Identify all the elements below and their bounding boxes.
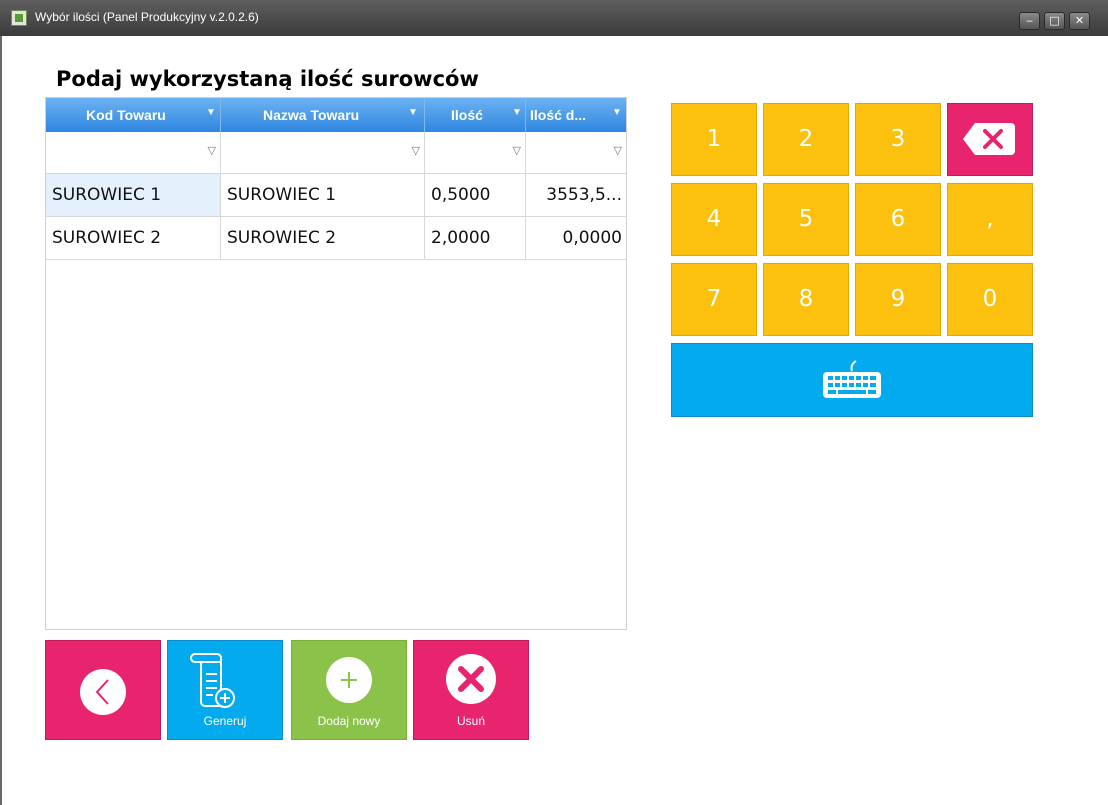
- filter-icon[interactable]: ▽: [513, 144, 521, 157]
- sort-filter-icon[interactable]: ▼: [408, 107, 418, 118]
- generate-label: Generuj: [203, 714, 247, 728]
- table-row[interactable]: SUROWIEC 2 SUROWIEC 2 2,0000 0,0000: [46, 217, 626, 260]
- keyboard-button[interactable]: [671, 343, 1033, 417]
- key-9[interactable]: 9: [855, 263, 941, 336]
- column-header-kod-towaru[interactable]: Kod Towaru ▼: [46, 98, 221, 132]
- filter-cell[interactable]: ▽: [46, 132, 221, 173]
- add-new-label: Dodaj nowy: [317, 714, 381, 728]
- key-7[interactable]: 7: [671, 263, 757, 336]
- cell-kod-towaru[interactable]: SUROWIEC 1: [46, 174, 221, 216]
- sort-filter-icon[interactable]: ▼: [206, 107, 216, 118]
- close-button[interactable]: ✕: [1069, 12, 1090, 30]
- key-0[interactable]: 0: [947, 263, 1033, 336]
- window-title-bar: Wybór ilości (Panel Produkcyjny v.2.0.2.…: [0, 0, 1108, 36]
- column-header-ilosc[interactable]: Ilość ▼: [425, 98, 526, 132]
- cell-nazwa-towaru[interactable]: SUROWIEC 2: [221, 217, 425, 259]
- filter-row: ▽ ▽ ▽ ▽: [46, 132, 626, 174]
- filter-icon[interactable]: ▽: [614, 144, 622, 157]
- app-icon: [11, 10, 27, 26]
- filter-icon[interactable]: ▽: [412, 144, 420, 157]
- cell-ilosc[interactable]: 2,0000: [425, 217, 526, 259]
- remove-label: Usuń: [456, 714, 485, 728]
- generate-button[interactable]: Generuj: [167, 640, 283, 740]
- filter-cell[interactable]: ▽: [221, 132, 425, 173]
- key-4[interactable]: 4: [671, 183, 757, 256]
- column-header-nazwa-towaru[interactable]: Nazwa Towaru ▼: [221, 98, 425, 132]
- key-5[interactable]: 5: [763, 183, 849, 256]
- page-title: Podaj wykorzystaną ilość surowców: [56, 67, 479, 91]
- backspace-button[interactable]: [947, 103, 1033, 176]
- maximize-button[interactable]: □: [1044, 12, 1065, 30]
- sort-filter-icon[interactable]: ▼: [512, 107, 522, 118]
- key-6[interactable]: 6: [855, 183, 941, 256]
- remove-button[interactable]: Usuń: [413, 640, 529, 740]
- filter-cell[interactable]: ▽: [425, 132, 526, 173]
- key-comma[interactable]: ,: [947, 183, 1033, 256]
- sort-filter-icon[interactable]: ▼: [612, 107, 622, 118]
- keyboard-icon: [823, 360, 881, 398]
- add-new-button[interactable]: Dodaj nowy: [291, 640, 407, 740]
- cell-nazwa-towaru[interactable]: SUROWIEC 1: [221, 174, 425, 216]
- key-8[interactable]: 8: [763, 263, 849, 336]
- materials-grid: Kod Towaru ▼ Nazwa Towaru ▼ Ilość ▼ Iloś…: [45, 97, 627, 630]
- column-header-ilosc-d[interactable]: Ilość d... ▼: [526, 98, 626, 132]
- minimize-button[interactable]: ‒: [1019, 12, 1040, 30]
- key-2[interactable]: 2: [763, 103, 849, 176]
- cell-ilosc-d[interactable]: 3553,5...: [526, 174, 626, 216]
- filter-cell[interactable]: ▽: [526, 132, 626, 173]
- column-header-label: Ilość d...: [530, 107, 587, 123]
- column-header-label: Nazwa Towaru: [263, 107, 360, 123]
- cell-kod-towaru[interactable]: SUROWIEC 2: [46, 217, 221, 259]
- window-border: [0, 36, 2, 805]
- cell-ilosc[interactable]: 0,5000: [425, 174, 526, 216]
- table-row[interactable]: SUROWIEC 1 SUROWIEC 1 0,5000 3553,5...: [46, 174, 626, 217]
- key-1[interactable]: 1: [671, 103, 757, 176]
- window-title: Wybór ilości (Panel Produkcyjny v.2.0.2.…: [35, 10, 259, 24]
- back-button[interactable]: [45, 640, 161, 740]
- chevron-left-icon: [80, 669, 126, 715]
- filter-icon[interactable]: ▽: [208, 144, 216, 157]
- column-header-label: Kod Towaru: [86, 107, 166, 123]
- column-header-label: Ilość: [451, 107, 483, 123]
- key-3[interactable]: 3: [855, 103, 941, 176]
- backspace-icon: [963, 123, 1015, 155]
- cell-ilosc-d[interactable]: 0,0000: [526, 217, 626, 259]
